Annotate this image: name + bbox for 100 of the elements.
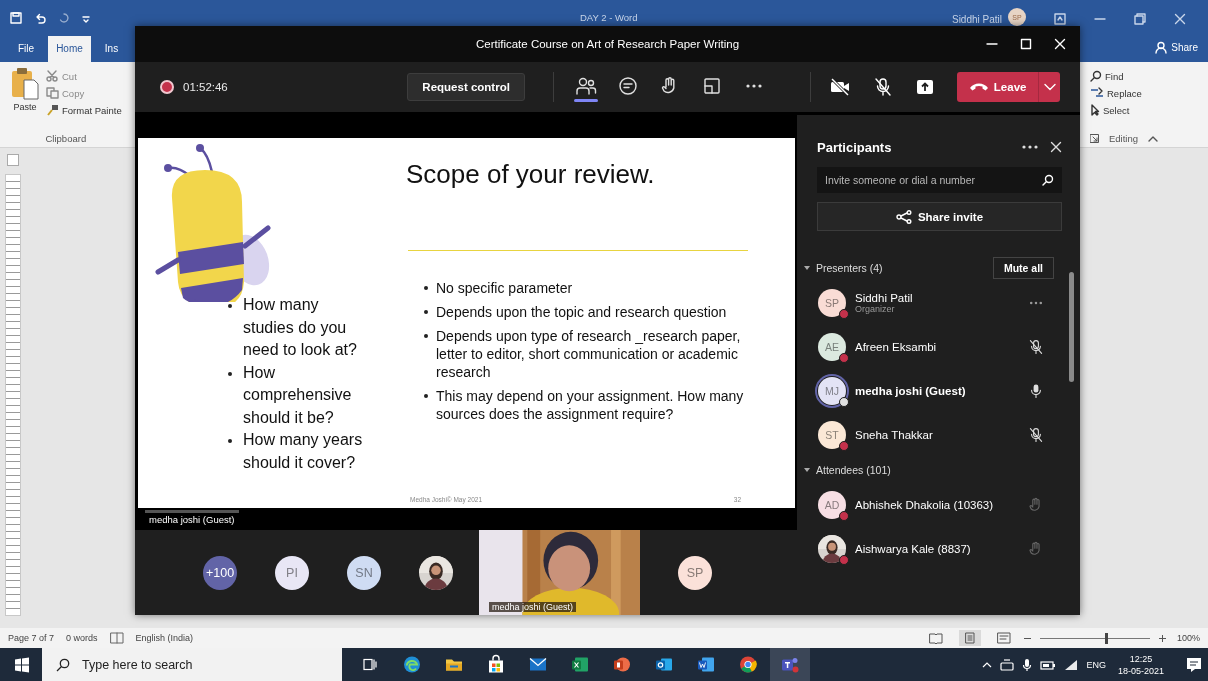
user-name: Siddhi Patil bbox=[951, 13, 1002, 25]
bullet-text: No specific parameter bbox=[436, 279, 574, 297]
select-button[interactable]: Select bbox=[1090, 104, 1202, 116]
wifi-icon[interactable] bbox=[1064, 658, 1079, 671]
bullet-icon bbox=[228, 371, 232, 376]
panel-title: Participants bbox=[817, 139, 893, 155]
redo-icon[interactable] bbox=[58, 12, 70, 24]
clock-date[interactable]: 18-05-2021 bbox=[1117, 664, 1164, 677]
leave-options-button[interactable] bbox=[1038, 72, 1060, 102]
search-icon bbox=[56, 657, 70, 672]
person-icon bbox=[1155, 41, 1168, 54]
participant-avatar: MJ bbox=[818, 377, 846, 405]
share-icon bbox=[895, 209, 912, 224]
bullet-icon bbox=[424, 334, 428, 338]
mic-off-icon[interactable] bbox=[1028, 339, 1044, 355]
participant-name[interactable]: Aishwarya Kale (8837) bbox=[855, 543, 1028, 555]
paste-icon bbox=[10, 66, 40, 100]
search-icon[interactable] bbox=[1042, 174, 1054, 186]
zoom-level[interactable]: 100% bbox=[1176, 633, 1200, 643]
scrollbar-thumb[interactable] bbox=[1069, 272, 1074, 382]
section-header[interactable]: Presenters (4) bbox=[816, 262, 988, 274]
slider-thumb[interactable] bbox=[1104, 632, 1108, 644]
share-invite-button[interactable]: Share invite bbox=[817, 202, 1062, 231]
paste-button[interactable]: Paste bbox=[10, 66, 40, 116]
participant-name: medha joshi (Guest) bbox=[489, 602, 577, 612]
maximize-icon[interactable] bbox=[1020, 38, 1032, 50]
bullet-text: How many years should it cover? bbox=[243, 430, 364, 473]
request-control-button[interactable]: Request control bbox=[407, 73, 525, 101]
bullet-text: This may depend on your assignment. How many sources does the assignment require? bbox=[436, 387, 745, 423]
participant-role: Organizer bbox=[855, 304, 896, 314]
bullet-text: How comprehensive should it be? bbox=[243, 362, 353, 428]
save-icon[interactable] bbox=[10, 12, 22, 24]
bullet-text: Depends upon type of research _research paper, letter to editor, short communication or academic research bbox=[436, 327, 742, 381]
search-input[interactable]: Type here to search bbox=[82, 648, 332, 681]
undo-icon[interactable] bbox=[34, 12, 46, 24]
chevron-down-icon bbox=[1043, 83, 1056, 91]
participant-name[interactable]: Afreen Eksambi bbox=[855, 341, 1028, 353]
share-screen-icon[interactable] bbox=[914, 77, 935, 97]
caret-icon[interactable] bbox=[803, 265, 811, 271]
restore-icon[interactable] bbox=[1134, 13, 1146, 25]
call-timer: 01:52:46 bbox=[183, 81, 228, 93]
word-count[interactable]: 0 words bbox=[66, 633, 98, 643]
bullet-icon bbox=[228, 439, 232, 443]
group-label: Clipboard bbox=[45, 133, 87, 144]
window-title: Certificate Course on Art of Research Paper Writing bbox=[475, 38, 740, 50]
scissors-icon bbox=[46, 70, 59, 82]
caret-icon[interactable] bbox=[803, 467, 811, 473]
find-button[interactable]: Find bbox=[1090, 70, 1202, 82]
close-icon[interactable] bbox=[1050, 141, 1062, 153]
bullet-text: Depends upon the topic and research question bbox=[436, 303, 728, 321]
mute-all-button[interactable]: Mute all bbox=[992, 257, 1054, 279]
format-painter-button[interactable]: Format Painte bbox=[46, 104, 122, 116]
language-indicator[interactable]: ENG bbox=[1086, 659, 1106, 670]
participant-avatar: AE bbox=[818, 333, 846, 361]
microphone-icon[interactable] bbox=[1022, 657, 1033, 672]
bullet-icon bbox=[424, 394, 428, 398]
share-button[interactable]: Share bbox=[1145, 41, 1208, 62]
ribbon-options-icon[interactable] bbox=[1054, 13, 1066, 25]
participant-name[interactable]: Siddhi Patil bbox=[855, 292, 1028, 304]
section-header[interactable]: Attendees (101) bbox=[816, 464, 1062, 476]
participant-avatar: AD bbox=[818, 491, 846, 519]
participant-name[interactable]: Sneha Thakkar bbox=[855, 429, 1028, 441]
search-field[interactable]: Type here to search bbox=[42, 648, 342, 681]
participant-avatar: ST bbox=[818, 421, 846, 449]
caret-icon[interactable] bbox=[1148, 134, 1159, 143]
ribbon-tab[interactable]: Home bbox=[48, 36, 91, 62]
network-icon[interactable] bbox=[1000, 658, 1015, 671]
zoom-in-icon[interactable] bbox=[1157, 633, 1167, 643]
slide-title: Scope of your review. bbox=[406, 158, 656, 190]
participant-name[interactable]: Abhishek Dhakolia (10363) bbox=[855, 499, 1028, 511]
search-icon bbox=[1090, 70, 1102, 82]
more-participants-button[interactable]: +100 bbox=[203, 555, 237, 590]
group-label: Editing bbox=[1109, 133, 1139, 144]
camera-off-icon[interactable] bbox=[828, 77, 851, 97]
window-title: DAY 2 - Word bbox=[580, 12, 638, 23]
dialog-launcher-icon[interactable] bbox=[1090, 134, 1099, 143]
mic-icon[interactable] bbox=[1028, 383, 1044, 399]
bullet-icon bbox=[228, 304, 232, 308]
notification-icon[interactable] bbox=[1186, 656, 1202, 673]
ribbon-tab[interactable]: Ins bbox=[96, 36, 127, 62]
chevron-up-icon[interactable] bbox=[982, 660, 993, 669]
bullet-icon bbox=[424, 310, 428, 314]
copy-icon bbox=[46, 87, 59, 99]
bullet-text: How many studies do you need to look at? bbox=[243, 295, 358, 360]
ribbon-tab[interactable]: File bbox=[10, 36, 43, 62]
clock-time[interactable]: 12:25 bbox=[1129, 652, 1153, 665]
bullet-icon bbox=[424, 286, 428, 290]
phone-icon bbox=[968, 81, 989, 93]
windows-icon[interactable] bbox=[14, 656, 30, 673]
mic-off-icon[interactable] bbox=[1028, 427, 1044, 443]
paintbrush-icon bbox=[46, 104, 59, 116]
cursor-icon bbox=[1090, 104, 1100, 116]
page-count[interactable]: Page 7 of 7 bbox=[8, 633, 55, 643]
participant-name[interactable]: medha joshi (Guest) bbox=[855, 385, 1028, 397]
replace-button[interactable]: Replace bbox=[1090, 87, 1202, 99]
language-status[interactable]: English (India) bbox=[135, 633, 194, 643]
proofing-icon[interactable] bbox=[109, 632, 124, 644]
battery-icon[interactable] bbox=[1040, 658, 1057, 671]
leave-button[interactable]: Leave bbox=[956, 72, 1039, 102]
page-layout-icon[interactable] bbox=[958, 630, 981, 646]
